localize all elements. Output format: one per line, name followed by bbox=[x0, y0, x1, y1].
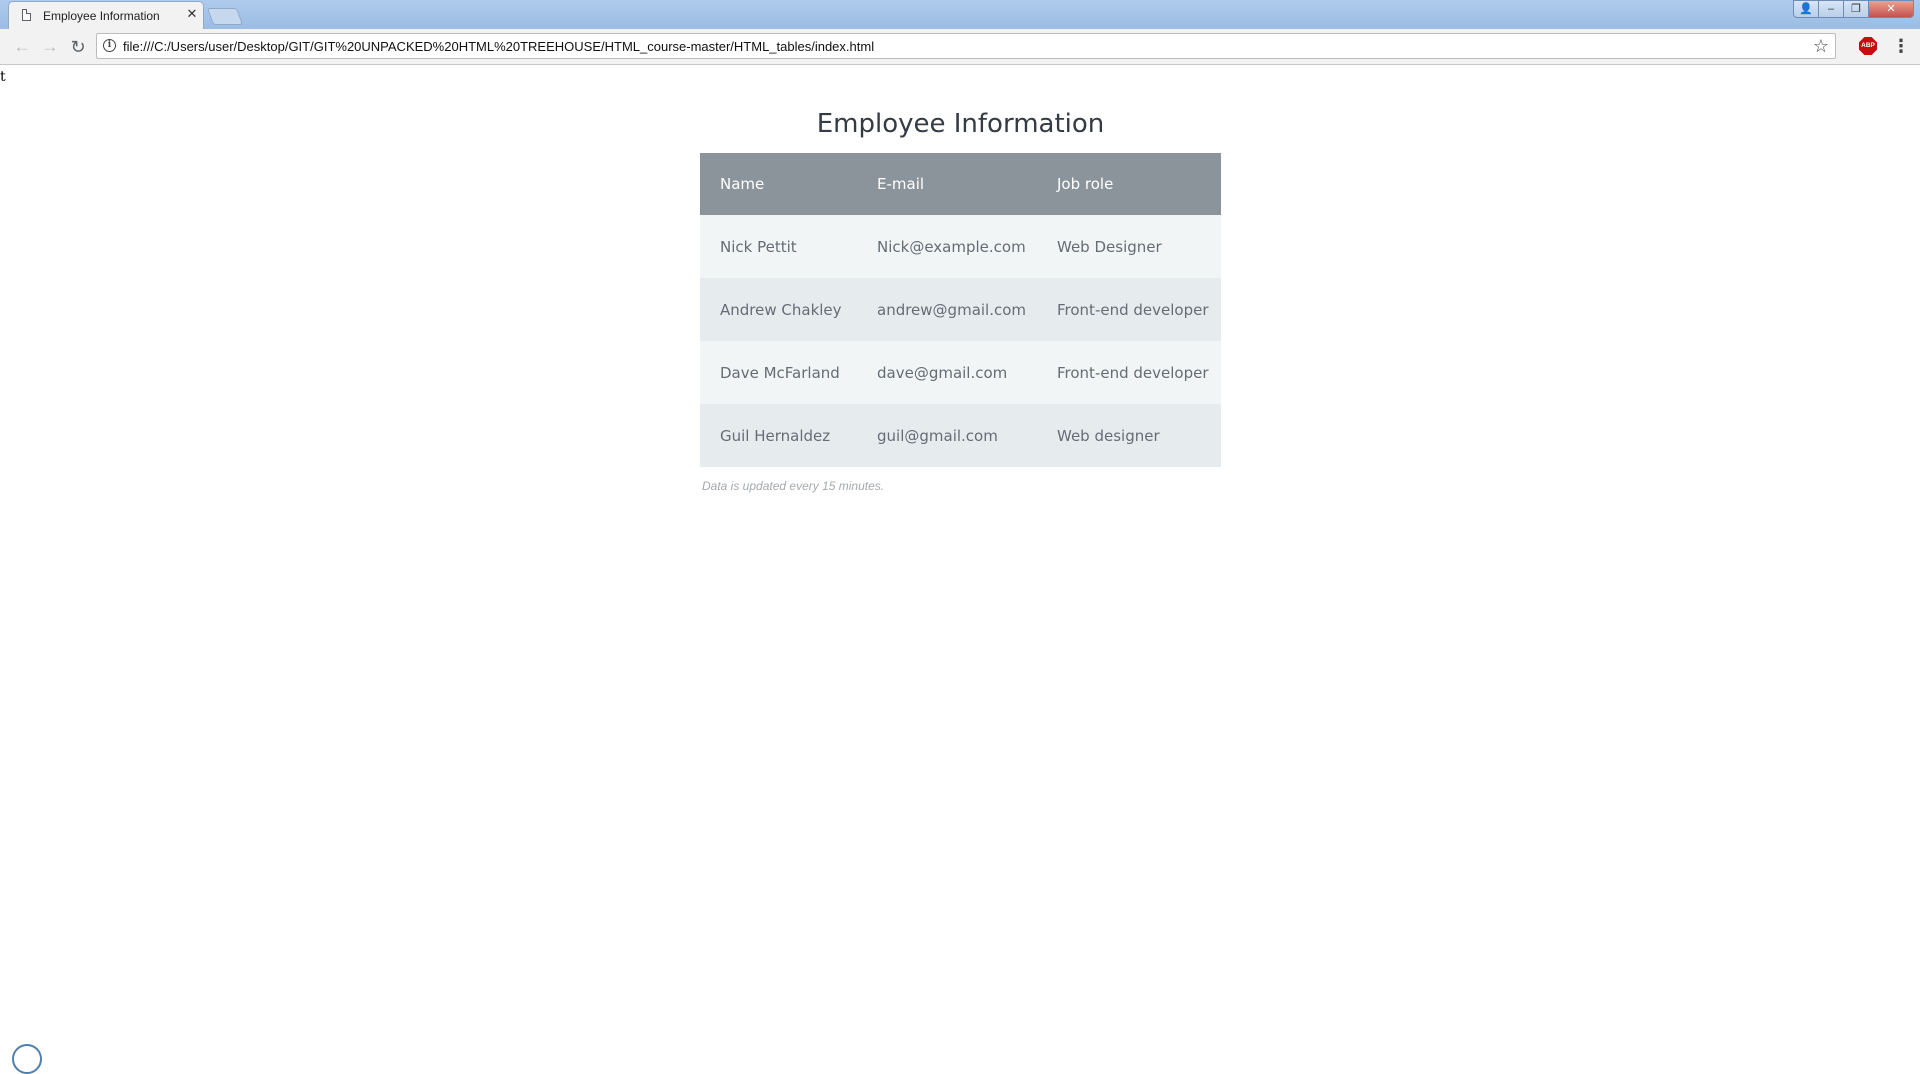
cell-job-role: Web designer bbox=[1037, 404, 1221, 467]
bookmark-star-icon[interactable]: ☆ bbox=[1813, 35, 1829, 57]
window-controls: 👤 ‒ ❐ ✕ bbox=[1793, 0, 1914, 18]
back-arrow-icon[interactable]: ← bbox=[12, 37, 32, 57]
table-row: Nick Pettit Nick@example.com Web Designe… bbox=[700, 215, 1221, 278]
cell-job-role: Web Designer bbox=[1037, 215, 1221, 278]
cell-email: dave@gmail.com bbox=[857, 341, 1037, 404]
table-row: Dave McFarland dave@gmail.com Front-end … bbox=[700, 341, 1221, 404]
column-header-email: E-mail bbox=[857, 153, 1037, 215]
adblock-plus-icon[interactable]: ABP bbox=[1859, 37, 1877, 55]
user-profile-icon[interactable]: 👤 bbox=[1793, 0, 1819, 18]
table-header-row: Name E-mail Job role bbox=[700, 153, 1221, 215]
cell-email: andrew@gmail.com bbox=[857, 278, 1037, 341]
table-row: Andrew Chakley andrew@gmail.com Front-en… bbox=[700, 278, 1221, 341]
url-text[interactable]: file:///C:/Users/user/Desktop/GIT/GIT%20… bbox=[123, 39, 874, 54]
employee-table: Name E-mail Job role Nick Pettit Nick@ex… bbox=[700, 153, 1221, 467]
tab-close-icon[interactable]: ✕ bbox=[185, 7, 199, 21]
cell-job-role: Front-end developer bbox=[1037, 341, 1221, 404]
cell-name: Andrew Chakley bbox=[700, 278, 857, 341]
address-bar[interactable]: i file:///C:/Users/user/Desktop/GIT/GIT%… bbox=[96, 33, 1836, 59]
table-row: Guil Hernaldez guil@gmail.com Web design… bbox=[700, 404, 1221, 467]
browser-toolbar: ← → ↻ i file:///C:/Users/user/Desktop/GI… bbox=[0, 29, 1920, 65]
table-footnote: Data is updated every 15 minutes. bbox=[702, 479, 885, 493]
column-header-name: Name bbox=[700, 153, 857, 215]
forward-arrow-icon[interactable]: → bbox=[40, 37, 60, 57]
cell-name: Guil Hernaldez bbox=[700, 404, 857, 467]
info-icon[interactable]: i bbox=[103, 39, 116, 52]
cell-name: Dave McFarland bbox=[700, 341, 857, 404]
corner-status-icon bbox=[12, 1044, 42, 1074]
table-caption: Employee Information bbox=[816, 109, 1105, 139]
minimize-button[interactable]: ‒ bbox=[1818, 0, 1844, 18]
page-icon bbox=[22, 9, 31, 21]
cell-job-role: Front-end developer bbox=[1037, 278, 1221, 341]
new-tab-button[interactable] bbox=[206, 8, 244, 25]
stray-text: t bbox=[0, 69, 6, 85]
close-window-button[interactable]: ✕ bbox=[1868, 0, 1914, 18]
cell-email: Nick@example.com bbox=[857, 215, 1037, 278]
tab-title: Employee Information bbox=[43, 9, 160, 23]
cell-email: guil@gmail.com bbox=[857, 404, 1037, 467]
cell-name: Nick Pettit bbox=[700, 215, 857, 278]
browser-title-bar: Employee Information ✕ 👤 ‒ ❐ ✕ bbox=[0, 0, 1920, 29]
column-header-job-role: Job role bbox=[1037, 153, 1221, 215]
restore-button[interactable]: ❐ bbox=[1843, 0, 1869, 18]
browser-tab-active[interactable]: Employee Information ✕ bbox=[8, 1, 204, 29]
reload-icon[interactable]: ↻ bbox=[68, 37, 88, 57]
browser-menu-icon[interactable]: ⋮ bbox=[1892, 36, 1910, 56]
